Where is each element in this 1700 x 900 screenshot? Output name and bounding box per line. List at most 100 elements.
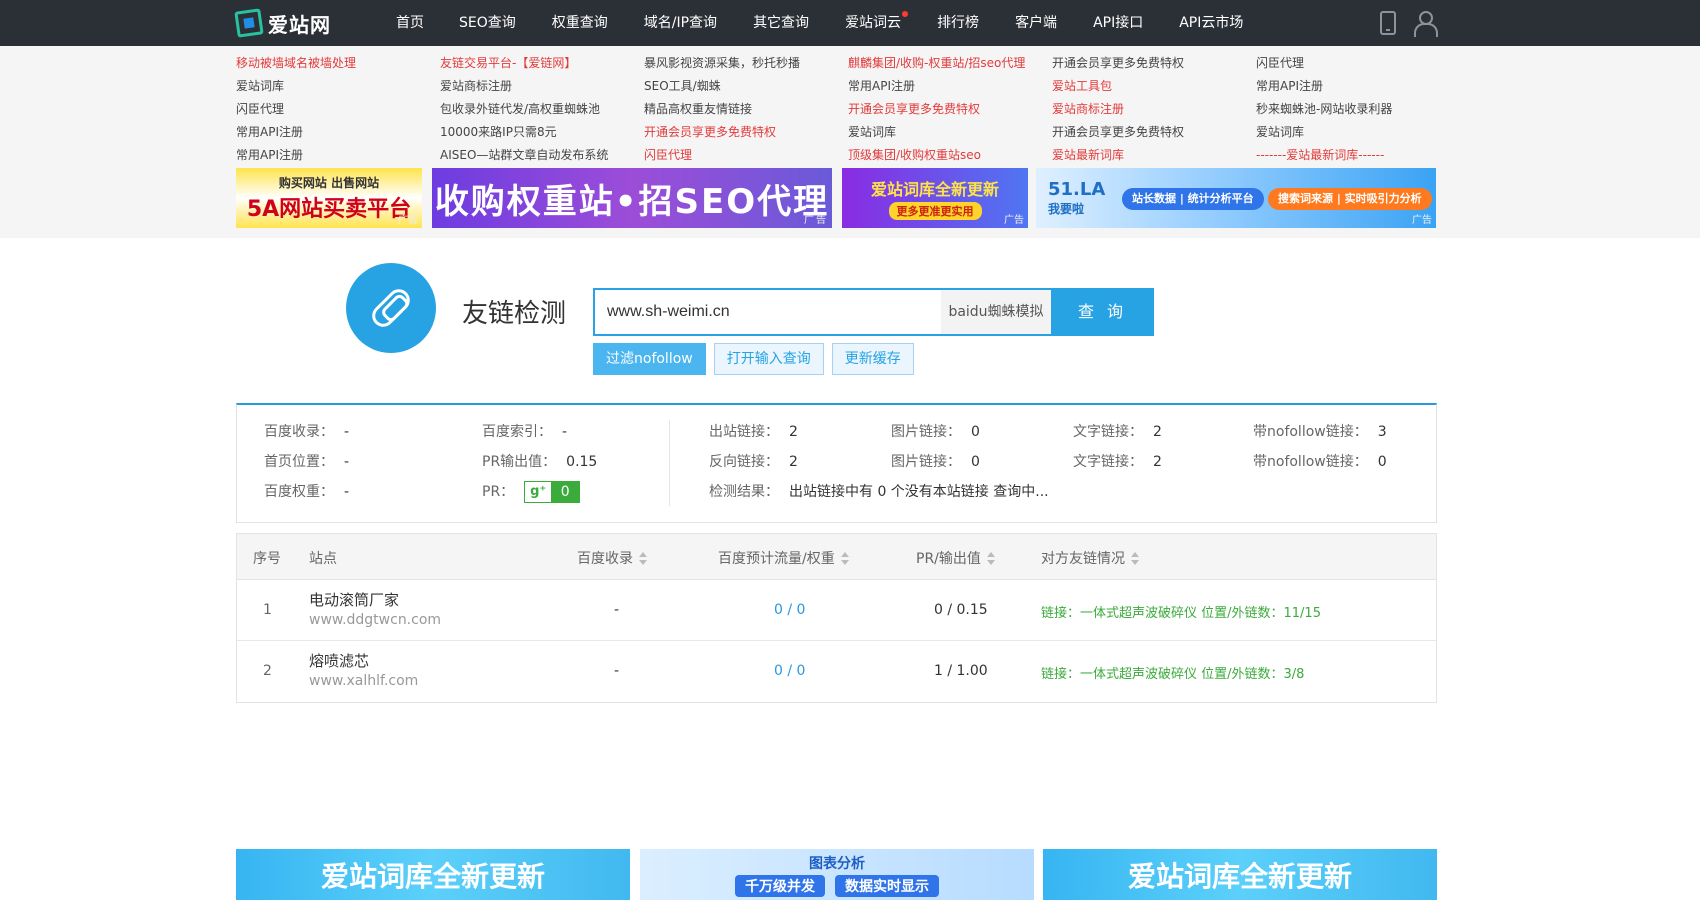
ad-link[interactable]: 开通会员享更多免费特权 [848,98,1052,121]
ad-banner-5a-line1: 购买网站 出售网站 [278,175,380,190]
sort-icon [986,552,995,566]
result-label: 检测结果： [709,484,779,500]
ad-link[interactable]: 精品高权重友情链接 [644,98,848,121]
nav-item-seo[interactable]: SEO查询 [459,0,516,46]
nav-item-domain-ip[interactable]: 域名/IP查询 [644,0,717,46]
table-row: 2 熔喷滤芯 www.xalhlf.com - 0 / 0 1 / 1.00 链… [237,641,1436,702]
ad-51la-pill-source: 搜索词来源 | 实时吸引力分析 [1268,188,1432,210]
ad-tag: 广告 [1412,215,1432,226]
ad-link[interactable]: 常用API注册 [236,121,440,144]
ad-link-column: 麒麟集团/收购-权重站/招seo代理 常用API注册 开通会员享更多免费特权 爱站词库… [848,52,1052,167]
col-header-pr[interactable]: PR/输出值 [916,548,995,568]
bottom-banner-wordlib-2[interactable]: 爱站词库全新更新 [1043,849,1437,900]
ad-link[interactable]: 爱站商标注册 [440,75,644,98]
stat-label: 图片链接： [891,424,961,440]
nav-item-weight[interactable]: 权重查询 [552,0,608,46]
ad-banner-wordlib[interactable]: 爱站词库全新更新 更多更准更实用 广告 [842,168,1028,228]
bottom-banner-chart[interactable]: 图表分析 千万级并发 数据实时显示 [640,849,1034,900]
ad-link-column: 友链交易平台-【爱链网】 爱站商标注册 包收录外链代发/高权重蜘蛛池 10000来路I… [440,52,644,167]
ad-link[interactable]: 顶级集团/收购权重站seo [848,144,1052,167]
ad-link[interactable]: 常用API注册 [848,75,1052,98]
stat-value: - [344,484,350,500]
table-header: 序号 站点 百度收录 百度预计流量/权重 PR/输出值 对方友链情况 [237,534,1436,580]
mobile-icon[interactable] [1380,11,1396,35]
ad-link[interactable]: 闪臣代理 [1256,52,1460,75]
nav-item-home[interactable]: 首页 [396,0,424,46]
stat-label: 文字链接： [1073,424,1143,440]
ad-link[interactable]: 麒麟集团/收购-权重站/招seo代理 [848,52,1052,75]
ad-link[interactable]: 爱站词库 [1256,121,1460,144]
ad-link[interactable]: 常用API注册 [1256,75,1460,98]
col-header-friend-link[interactable]: 对方友链情况 [1041,548,1139,568]
site-logo[interactable]: 爱站网 [234,8,396,38]
col-header-label: 对方友链情况 [1041,551,1125,567]
row-flow[interactable]: 0 / 0 [774,602,805,618]
ad-link[interactable]: AISEO—站群文章自动发布系统 [440,144,644,167]
ad-link[interactable]: 包收录外链代发/高权重蜘蛛池 [440,98,644,121]
site-name-link[interactable]: 电动滚筒厂家 [309,590,441,610]
ad-section: 移动被墙域名被墙处理 爱站词库 闪臣代理 常用API注册 常用API注册 友链交易平台-【… [0,46,1700,238]
ad-link[interactable]: 10000来路IP只需8元 [440,121,644,144]
stat-value: - [344,424,350,440]
ad-link[interactable]: 移动被墙域名被墙处理 [236,52,440,75]
stat-label: 带nofollow链接： [1253,454,1368,470]
ad-link[interactable]: 闪臣代理 [236,98,440,121]
stat-value: - [344,454,350,470]
bottom-banner-text: 爱站词库全新更新 [1127,859,1352,893]
stat-label: 反向链接： [709,454,779,470]
nav-item-wordcloud[interactable]: 爱站词云 [845,0,909,46]
ad-link[interactable]: 爱站词库 [236,75,440,98]
row-flow[interactable]: 0 / 0 [774,663,805,679]
ad-tag: 广告 [804,215,828,226]
table-row: 1 电动滚筒厂家 www.ddgtwcn.com - 0 / 0 0 / 0.1… [237,580,1436,641]
stat-label: 带nofollow链接： [1253,424,1368,440]
row-baidu-index: - [614,663,620,679]
bottom-banner-wordlib-1[interactable]: 爱站词库全新更新 [236,849,630,900]
site-name-link[interactable]: 熔喷滤芯 [309,651,418,671]
row-index: 2 [263,663,272,679]
col-header-label: 百度预计流量/权重 [718,551,835,567]
url-input[interactable] [593,288,941,336]
ad-link[interactable]: 闪臣代理 [644,144,848,167]
open-input-query-button[interactable]: 打开输入查询 [713,343,824,375]
ad-link[interactable]: -------爱站最新词库------ [1256,144,1460,167]
nav-item-api[interactable]: API接口 [1093,0,1143,46]
refresh-cache-button[interactable]: 更新缓存 [831,343,914,375]
ad-link[interactable]: 开通会员享更多免费特权 [644,121,848,144]
stat-value: 0 [971,454,980,470]
nav-item-rank[interactable]: 排行榜 [937,0,979,46]
user-icon[interactable] [1414,11,1438,37]
ad-banners: 购买网站 出售网站 5A网站买卖平台 广告 收购权重站•招SEO代理 广告 爱站… [236,168,1436,228]
ad-banner-5a[interactable]: 购买网站 出售网站 5A网站买卖平台 广告 [236,168,422,228]
stat-value: 0 [971,424,980,440]
engine-select[interactable]: baidu蜘蛛模拟 [941,288,1051,336]
result-text: 出站链接中有 0 个没有本站链接 查询中... [789,484,1049,500]
ad-link[interactable]: 开通会员享更多免费特权 [1052,52,1256,75]
ad-link[interactable]: 爱站工具包 [1052,75,1256,98]
nav-item-api-market[interactable]: API云市场 [1179,0,1243,46]
ad-link[interactable]: 爱站最新词库 [1052,144,1256,167]
search-box: baidu蜘蛛模拟 查 询 [593,288,1154,336]
col-header-baidu-index[interactable]: 百度收录 [577,548,647,568]
ad-link[interactable]: 友链交易平台-【爱链网】 [440,52,644,75]
ad-link[interactable]: 开通会员享更多免费特权 [1052,121,1256,144]
ad-link[interactable]: 爱站商标注册 [1052,98,1256,121]
ad-link[interactable]: 常用API注册 [236,144,440,167]
bottom-ad-banners: 爱站词库全新更新 图表分析 千万级并发 数据实时显示 爱站词库全新更新 [236,849,1437,900]
row-baidu-index: - [614,602,620,618]
ad-link[interactable]: 爱站词库 [848,121,1052,144]
row-pr: 0 / 0.15 [934,602,988,618]
col-header-flow[interactable]: 百度预计流量/权重 [718,548,849,568]
top-navbar: 爱站网 首页 SEO查询 权重查询 域名/IP查询 其它查询 爱站词云 排行榜 … [0,0,1700,46]
ad-banner-51la[interactable]: 51.LA 我要啦 站长数据 | 统计分析平台 搜索词来源 | 实时吸引力分析 … [1036,168,1436,228]
nav-item-other[interactable]: 其它查询 [753,0,809,46]
filter-nofollow-button[interactable]: 过滤nofollow [593,343,706,375]
stat-label: 百度权重： [264,484,334,500]
ad-banner-seo-agent[interactable]: 收购权重站•招SEO代理 广告 [432,168,832,228]
nav-item-client[interactable]: 客户端 [1015,0,1057,46]
ad-link[interactable]: 秒来蜘蛛池-网站收录利器 [1256,98,1460,121]
ad-link[interactable]: 暴风影视资源采集，秒托秒播 [644,52,848,75]
chain-link-icon [367,284,415,332]
query-button[interactable]: 查 询 [1051,288,1154,336]
ad-link[interactable]: SEO工具/蜘蛛 [644,75,848,98]
